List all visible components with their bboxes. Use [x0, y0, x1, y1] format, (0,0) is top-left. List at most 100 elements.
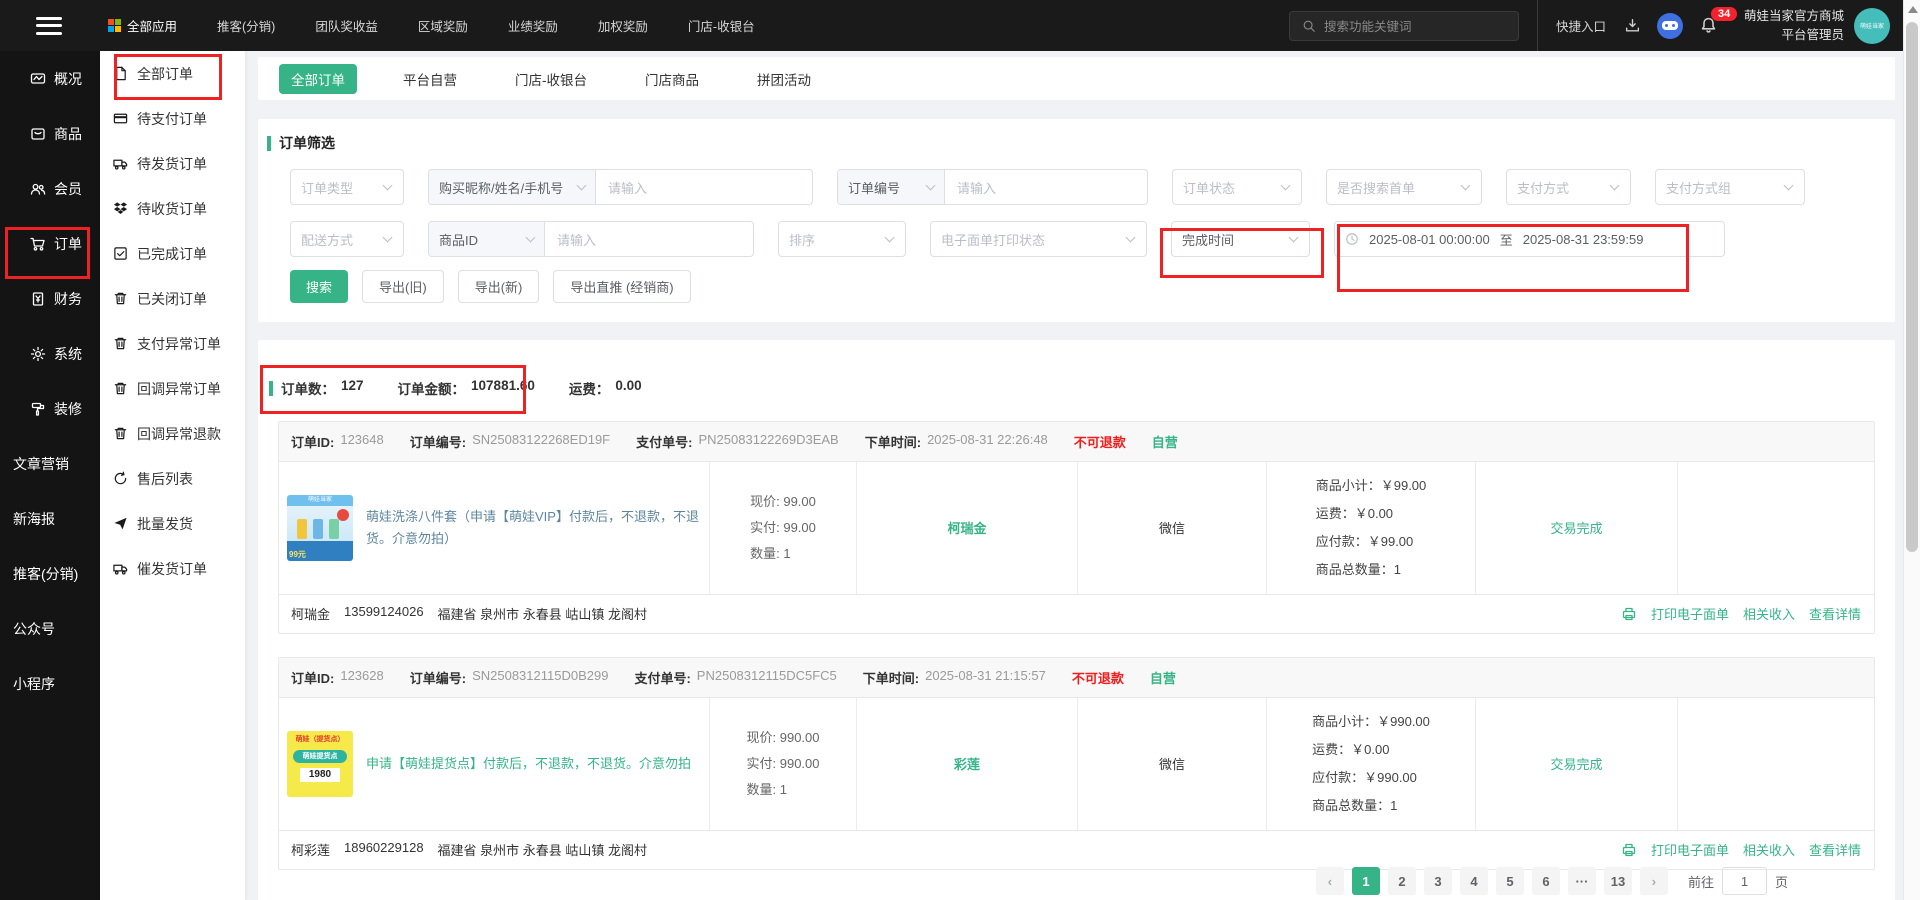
- export-new-button[interactable]: 导出(新): [457, 270, 540, 303]
- sidebar-item-goods[interactable]: 商品: [0, 106, 100, 161]
- printer-icon[interactable]: [1621, 842, 1637, 858]
- product-name[interactable]: 申请【萌娃提货点】付款后，不退款，不退货。介意勿拍: [366, 753, 691, 775]
- print-waybill-link[interactable]: 打印电子面单: [1651, 840, 1729, 859]
- submenu-to-receive-orders[interactable]: 待收货订单: [100, 186, 245, 231]
- first-order-select[interactable]: 是否搜索首单: [1326, 169, 1482, 205]
- sidebar-item-system[interactable]: 系统: [0, 326, 100, 381]
- tab-group-buy[interactable]: 拼团活动: [745, 64, 823, 94]
- sort-select[interactable]: 排序: [778, 221, 906, 257]
- delivery-select[interactable]: 配送方式: [290, 221, 404, 257]
- order-status-select[interactable]: 订单状态: [1172, 169, 1302, 205]
- order-no-select[interactable]: 订单编号: [838, 170, 945, 204]
- buyer-cell[interactable]: 彩莲: [857, 697, 1078, 830]
- download-icon[interactable]: [1624, 17, 1641, 34]
- global-search-input[interactable]: 搜索功能关键词: [1288, 10, 1519, 41]
- buyer-cell[interactable]: 柯瑞金: [857, 462, 1078, 594]
- product-name[interactable]: 萌娃洗涤八件套（申请【萌娃VIP】付款后，不退款，不退货。介意勿拍）: [366, 506, 703, 550]
- vertical-scrollbar[interactable]: [1903, 0, 1920, 900]
- notification-bell[interactable]: 34: [1699, 7, 1738, 35]
- buyer-keyword-select[interactable]: 购买昵称/姓名/手机号: [429, 170, 596, 204]
- sidebar-item-article-marketing[interactable]: 文章营销: [0, 436, 100, 491]
- topnav-store-cashier[interactable]: 门店-收银台: [668, 0, 775, 51]
- page-button-3[interactable]: 3: [1423, 867, 1452, 895]
- topnav-tuike[interactable]: 推客(分销): [197, 0, 295, 51]
- subtotal-value: ￥99.00: [1380, 478, 1427, 493]
- sidebar-item-overview[interactable]: 概况: [0, 51, 100, 106]
- submenu-to-ship-orders[interactable]: 待发货订单: [100, 141, 245, 186]
- submenu-batch-ship[interactable]: 批量发货: [100, 501, 245, 546]
- search-button[interactable]: 搜索: [290, 270, 349, 303]
- submenu-completed-orders[interactable]: 已完成订单: [100, 231, 245, 276]
- submenu-aftersale-list[interactable]: 售后列表: [100, 456, 245, 501]
- view-detail-link[interactable]: 查看详情: [1809, 840, 1861, 859]
- page-button-1[interactable]: 1: [1351, 867, 1380, 895]
- sidebar-item-tuike[interactable]: 推客(分销): [0, 546, 100, 601]
- user-info[interactable]: 萌娃当家官方商城 平台管理员: [1744, 7, 1844, 45]
- export-direct-button[interactable]: 导出直推 (经销商): [553, 270, 691, 303]
- submenu-callback-exception-orders[interactable]: 回调异常订单: [100, 366, 245, 411]
- topnav-region-reward[interactable]: 区域奖励: [398, 0, 488, 51]
- sidebar-item-official-account[interactable]: 公众号: [0, 601, 100, 656]
- pay-group-select[interactable]: 支付方式组: [1655, 169, 1805, 205]
- sidebar-item-members[interactable]: 会员: [0, 161, 100, 216]
- topnav-team-reward[interactable]: 团队奖收益: [295, 0, 398, 51]
- submenu-callback-exception-refund[interactable]: 回调异常退款: [100, 411, 245, 456]
- goods-id-select[interactable]: 商品ID: [429, 222, 545, 256]
- pay-method-cell: 微信: [1078, 697, 1267, 830]
- export-old-button[interactable]: 导出(旧): [362, 270, 444, 303]
- submenu-closed-orders[interactable]: 已关闭订单: [100, 276, 245, 321]
- page-button-6[interactable]: 6: [1531, 867, 1560, 895]
- view-detail-link[interactable]: 查看详情: [1809, 604, 1861, 623]
- tab-platform-self[interactable]: 平台自营: [391, 64, 469, 94]
- goto-page-input[interactable]: 1: [1721, 867, 1767, 895]
- submenu-urge-ship-orders[interactable]: 催发货订单: [100, 546, 245, 591]
- order-type-select[interactable]: 订单类型: [290, 169, 404, 205]
- scroll-up-arrow-icon[interactable]: [1908, 6, 1918, 13]
- sidebar-item-orders[interactable]: 订单: [0, 216, 100, 271]
- tab-store-goods[interactable]: 门店商品: [633, 64, 711, 94]
- page-button-5[interactable]: 5: [1495, 867, 1524, 895]
- pay-method-select[interactable]: 支付方式: [1506, 169, 1631, 205]
- next-page-button[interactable]: ›: [1639, 867, 1668, 895]
- prev-page-button[interactable]: ‹: [1315, 867, 1344, 895]
- paid-value: 99.00: [783, 519, 816, 535]
- printer-icon[interactable]: [1621, 606, 1637, 622]
- avatar[interactable]: 萌娃当家: [1854, 7, 1890, 44]
- quick-entry-button[interactable]: 快捷入口: [1538, 0, 1624, 51]
- date-start: 2025-08-01 00:00:00: [1369, 231, 1490, 247]
- overview-icon: [30, 71, 46, 87]
- page-ellipsis[interactable]: ···: [1567, 867, 1596, 895]
- hamburger-menu-icon[interactable]: [36, 16, 62, 35]
- eprint-status-select[interactable]: 电子面单打印状态: [930, 221, 1147, 257]
- tab-all-orders[interactable]: 全部订单: [279, 63, 357, 94]
- goods-id-input[interactable]: 请输入: [545, 222, 753, 256]
- product-cell: 萌娃当家 99元 萌娃洗涤八件套（申请【萌娃VIP】付款后，不退款，不退货。介意…: [279, 462, 710, 594]
- related-income-link[interactable]: 相关收入: [1743, 604, 1795, 623]
- empty-cell: [1678, 698, 1874, 830]
- print-waybill-link[interactable]: 打印电子面单: [1651, 604, 1729, 623]
- page-button-13[interactable]: 13: [1603, 867, 1632, 895]
- topnav-performance-reward[interactable]: 业绩奖励: [488, 0, 578, 51]
- trash-icon: [113, 336, 128, 351]
- page-button-4[interactable]: 4: [1459, 867, 1488, 895]
- order-id: 123628: [340, 667, 384, 683]
- sidebar-item-finance[interactable]: 财务: [0, 271, 100, 326]
- buyer-keyword-input[interactable]: 请输入: [596, 170, 812, 204]
- related-income-link[interactable]: 相关收入: [1743, 840, 1795, 859]
- sidebar-item-new-poster[interactable]: 新海报: [0, 491, 100, 546]
- submenu-unpaid-orders[interactable]: 待支付订单: [100, 96, 245, 141]
- assistant-robot-icon[interactable]: [1656, 12, 1683, 39]
- topnav-all-apps[interactable]: 全部应用: [96, 0, 197, 51]
- sidebar-item-mini-program[interactable]: 小程序: [0, 656, 100, 711]
- date-range-input[interactable]: 2025-08-01 00:00:00 至 2025-08-31 23:59:5…: [1334, 221, 1725, 257]
- page-button-2[interactable]: 2: [1387, 867, 1416, 895]
- topnav-weighted-reward[interactable]: 加权奖励: [578, 0, 668, 51]
- tab-store-cashier[interactable]: 门店-收银台: [503, 64, 599, 94]
- submenu-all-orders[interactable]: 全部订单: [100, 51, 245, 96]
- scrollbar-thumb[interactable]: [1906, 22, 1918, 552]
- total-qty-value: 1: [1390, 797, 1398, 813]
- sidebar-item-decoration[interactable]: 装修: [0, 381, 100, 436]
- time-type-select[interactable]: 完成时间: [1171, 221, 1310, 257]
- submenu-pay-exception-orders[interactable]: 支付异常订单: [100, 321, 245, 366]
- order-no-input[interactable]: 请输入: [945, 170, 1147, 204]
